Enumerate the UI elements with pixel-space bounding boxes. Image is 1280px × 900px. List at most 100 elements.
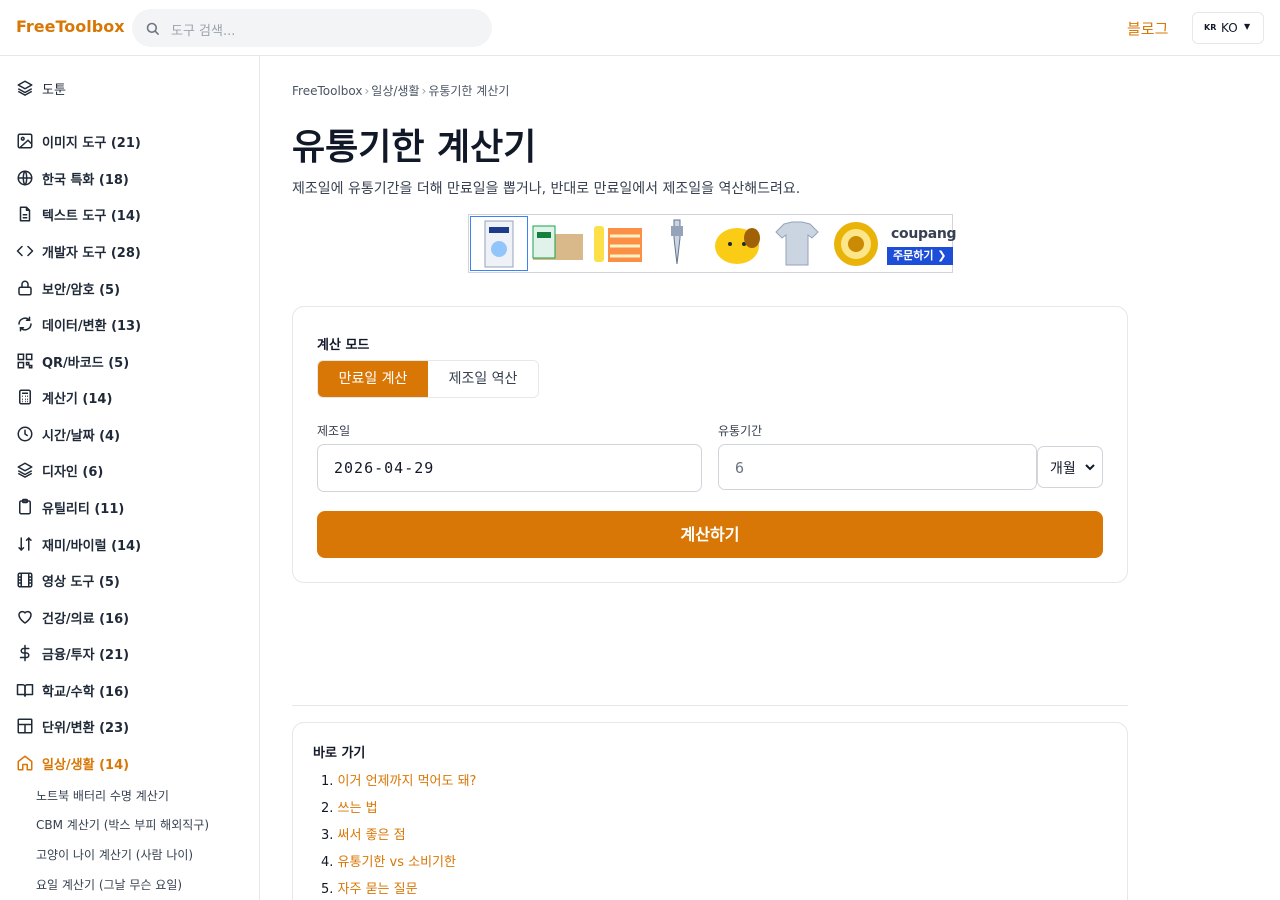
breadcrumb-category[interactable]: 일상/생활 xyxy=(371,84,419,98)
sidebar-item-developer[interactable]: 개발자 도구 (28) xyxy=(16,239,141,263)
ad-product-thumbnail[interactable] xyxy=(768,216,826,271)
sidebar-item-label: 계산기 (14) xyxy=(42,391,113,407)
coupang-brand-box[interactable]: coupang 주문하기 ❯ xyxy=(887,218,957,270)
ad-product-thumbnail[interactable] xyxy=(708,216,766,271)
sidebar-item-security[interactable]: 보안/암호 (5) xyxy=(16,276,120,300)
refresh-icon xyxy=(18,316,32,332)
sidebar-item-label: 일상/생활 (14) xyxy=(42,757,130,773)
sidebar-item-label: QR/바코드 (5) xyxy=(42,355,130,371)
section-divider xyxy=(292,705,1128,706)
sidebar-item-data[interactable]: 데이터/변환 (13) xyxy=(16,312,141,336)
toc-title: 바로 가기 xyxy=(313,746,366,761)
calculate-button[interactable]: 계산하기 xyxy=(317,511,1103,558)
ad-product-thumbnail[interactable] xyxy=(648,216,706,271)
mode-expiry-button[interactable]: 만료일 계산 xyxy=(318,361,428,397)
table-icon xyxy=(17,718,33,734)
search-icon xyxy=(146,22,159,35)
mode-toggle: 만료일 계산 제조일 역산 xyxy=(317,360,539,398)
search-placeholder: 도구 검색... xyxy=(171,24,236,39)
toc-link[interactable]: 유통기한 vs 소비기한 xyxy=(338,855,456,870)
coupang-ad-banner[interactable]: coupang 주문하기 ❯ xyxy=(468,214,957,273)
ad-product-thumbnail[interactable] xyxy=(827,216,885,271)
sidebar-item-label: 한국 특화 (18) xyxy=(42,172,129,188)
image-icon xyxy=(17,133,33,149)
lock-icon xyxy=(18,280,32,296)
page-description: 제조일에 유통기간을 더해 만료일을 뽑거나, 반대로 만료일에서 제조일을 역… xyxy=(292,181,801,197)
sidebar-item-school[interactable]: 학교/수학 (16) xyxy=(16,678,129,702)
sidebar-item-label: 시간/날짜 (4) xyxy=(42,428,121,444)
sidebar-item-design[interactable]: 디자인 (6) xyxy=(16,458,103,482)
sidebar-item-health[interactable]: 건강/의료 (16) xyxy=(16,605,129,629)
sidebar-item-time[interactable]: 시간/날짜 (4) xyxy=(16,422,120,446)
toc-link[interactable]: 이거 언제까지 먹어도 돼? xyxy=(338,774,477,789)
manufacture-date-value: 2026-04-29 xyxy=(334,459,435,477)
toc-item: 1. 이거 언제까지 먹어도 돼? xyxy=(321,774,477,789)
sidebar-subitem[interactable]: 고양이 나이 계산기 (사람 나이) xyxy=(36,846,193,863)
toc-link[interactable]: 써서 좋은 점 xyxy=(338,828,406,843)
ad-product-thumbnail[interactable] xyxy=(470,216,528,271)
film-icon xyxy=(17,572,33,588)
sidebar-item-label: 학교/수학 (16) xyxy=(42,684,130,700)
top-header: FreeToolbox 도구 검색... 블로그 KR KO ▼ xyxy=(0,0,1280,56)
layers-icon xyxy=(17,80,33,96)
sidebar-item-label: 보안/암호 (5) xyxy=(42,282,121,298)
sidebar-subitem[interactable]: 노트북 배터리 수명 계산기 xyxy=(36,787,169,804)
period-unit-select[interactable]: 개월 xyxy=(1037,446,1103,488)
sidebar-subitem[interactable]: CBM 계산기 (박스 부피 해외직구) xyxy=(36,816,209,833)
ad-product-thumbnail[interactable] xyxy=(529,216,587,271)
breadcrumb-home[interactable]: FreeToolbox xyxy=(292,84,362,98)
sidebar-item-qr[interactable]: QR/바코드 (5) xyxy=(16,349,129,373)
layers-icon xyxy=(17,462,33,478)
manufacture-date-label: 제조일 xyxy=(317,424,351,438)
heart-icon xyxy=(18,610,32,624)
globe-icon xyxy=(17,170,33,186)
language-code: KO xyxy=(1221,21,1238,35)
sidebar-item-top[interactable]: 도툰 xyxy=(16,76,66,100)
sidebar-item-finance[interactable]: 금융/투자 (21) xyxy=(16,641,129,665)
breadcrumb: FreeToolbox › 일상/생활 › 유통기한 계산기 xyxy=(292,84,510,98)
sidebar-item-fun[interactable]: 재미/바이럴 (14) xyxy=(16,532,141,556)
sidebar-item-label: 유틸리티 (11) xyxy=(42,501,125,517)
blog-link[interactable]: 블로그 xyxy=(1127,18,1168,39)
sidebar-item-label: 금융/투자 (21) xyxy=(42,647,130,663)
sidebar-item-video[interactable]: 영상 도구 (5) xyxy=(16,568,120,592)
period-input[interactable]: 6 xyxy=(718,444,1037,490)
toc-link[interactable]: 쓰는 법 xyxy=(338,801,378,816)
sidebar-subitem[interactable]: 요일 계산기 (그날 무슨 요일) xyxy=(36,876,182,893)
site-logo[interactable]: FreeToolbox xyxy=(16,17,125,36)
page-title: 유통기한 계산기 xyxy=(292,127,537,168)
sidebar-item-label: 영상 도구 (5) xyxy=(42,574,120,590)
period-value: 6 xyxy=(735,459,746,477)
qr-grid-icon xyxy=(17,353,33,369)
ad-product-thumbnail[interactable] xyxy=(588,216,646,271)
toc-item: 5. 자주 묻는 질문 xyxy=(321,882,418,897)
language-selector[interactable]: KR KO ▼ xyxy=(1192,12,1264,44)
search-input[interactable]: 도구 검색... xyxy=(132,9,492,47)
sidebar-item-calculator[interactable]: 계산기 (14) xyxy=(16,385,112,409)
unit-value: 개월 xyxy=(1050,461,1076,477)
sidebar-item-label: 도툰 xyxy=(42,82,66,98)
sidebar-item-label: 데이터/변환 (13) xyxy=(42,318,142,334)
file-text-icon xyxy=(19,206,31,222)
sidebar-item-label: 디자인 (6) xyxy=(42,464,104,480)
breadcrumb-current: 유통기한 계산기 xyxy=(428,84,510,98)
sidebar-item-utility[interactable]: 유틸리티 (11) xyxy=(16,495,124,519)
book-icon xyxy=(16,684,34,697)
sidebar-item-korea[interactable]: 한국 특화 (18) xyxy=(16,166,129,190)
sidebar-item-image[interactable]: 이미지 도구 (21) xyxy=(16,129,141,153)
sidebar-item-label: 이미지 도구 (21) xyxy=(42,135,141,151)
flag-icon: KR xyxy=(1204,23,1217,32)
mode-reverse-button[interactable]: 제조일 역산 xyxy=(428,361,538,397)
manufacture-date-input[interactable]: 2026-04-29 xyxy=(317,444,702,492)
order-button[interactable]: 주문하기 ❯ xyxy=(887,247,953,265)
toc-item: 4. 유통기한 vs 소비기한 xyxy=(321,855,456,870)
sidebar-item-text[interactable]: 텍스트 도구 (14) xyxy=(16,202,141,226)
sidebar-item-label: 텍스트 도구 (14) xyxy=(42,208,141,224)
toc-item: 3. 써서 좋은 점 xyxy=(321,828,406,843)
sidebar-item-daily-life[interactable]: 일상/생활 (14) xyxy=(16,751,129,775)
shuffle-icon xyxy=(18,537,32,551)
mode-label: 계산 모드 xyxy=(317,338,370,353)
sidebar-item-label: 재미/바이럴 (14) xyxy=(42,538,142,554)
sidebar-item-unit[interactable]: 단위/변환 (23) xyxy=(16,714,129,738)
toc-link[interactable]: 자주 묻는 질문 xyxy=(338,882,418,897)
